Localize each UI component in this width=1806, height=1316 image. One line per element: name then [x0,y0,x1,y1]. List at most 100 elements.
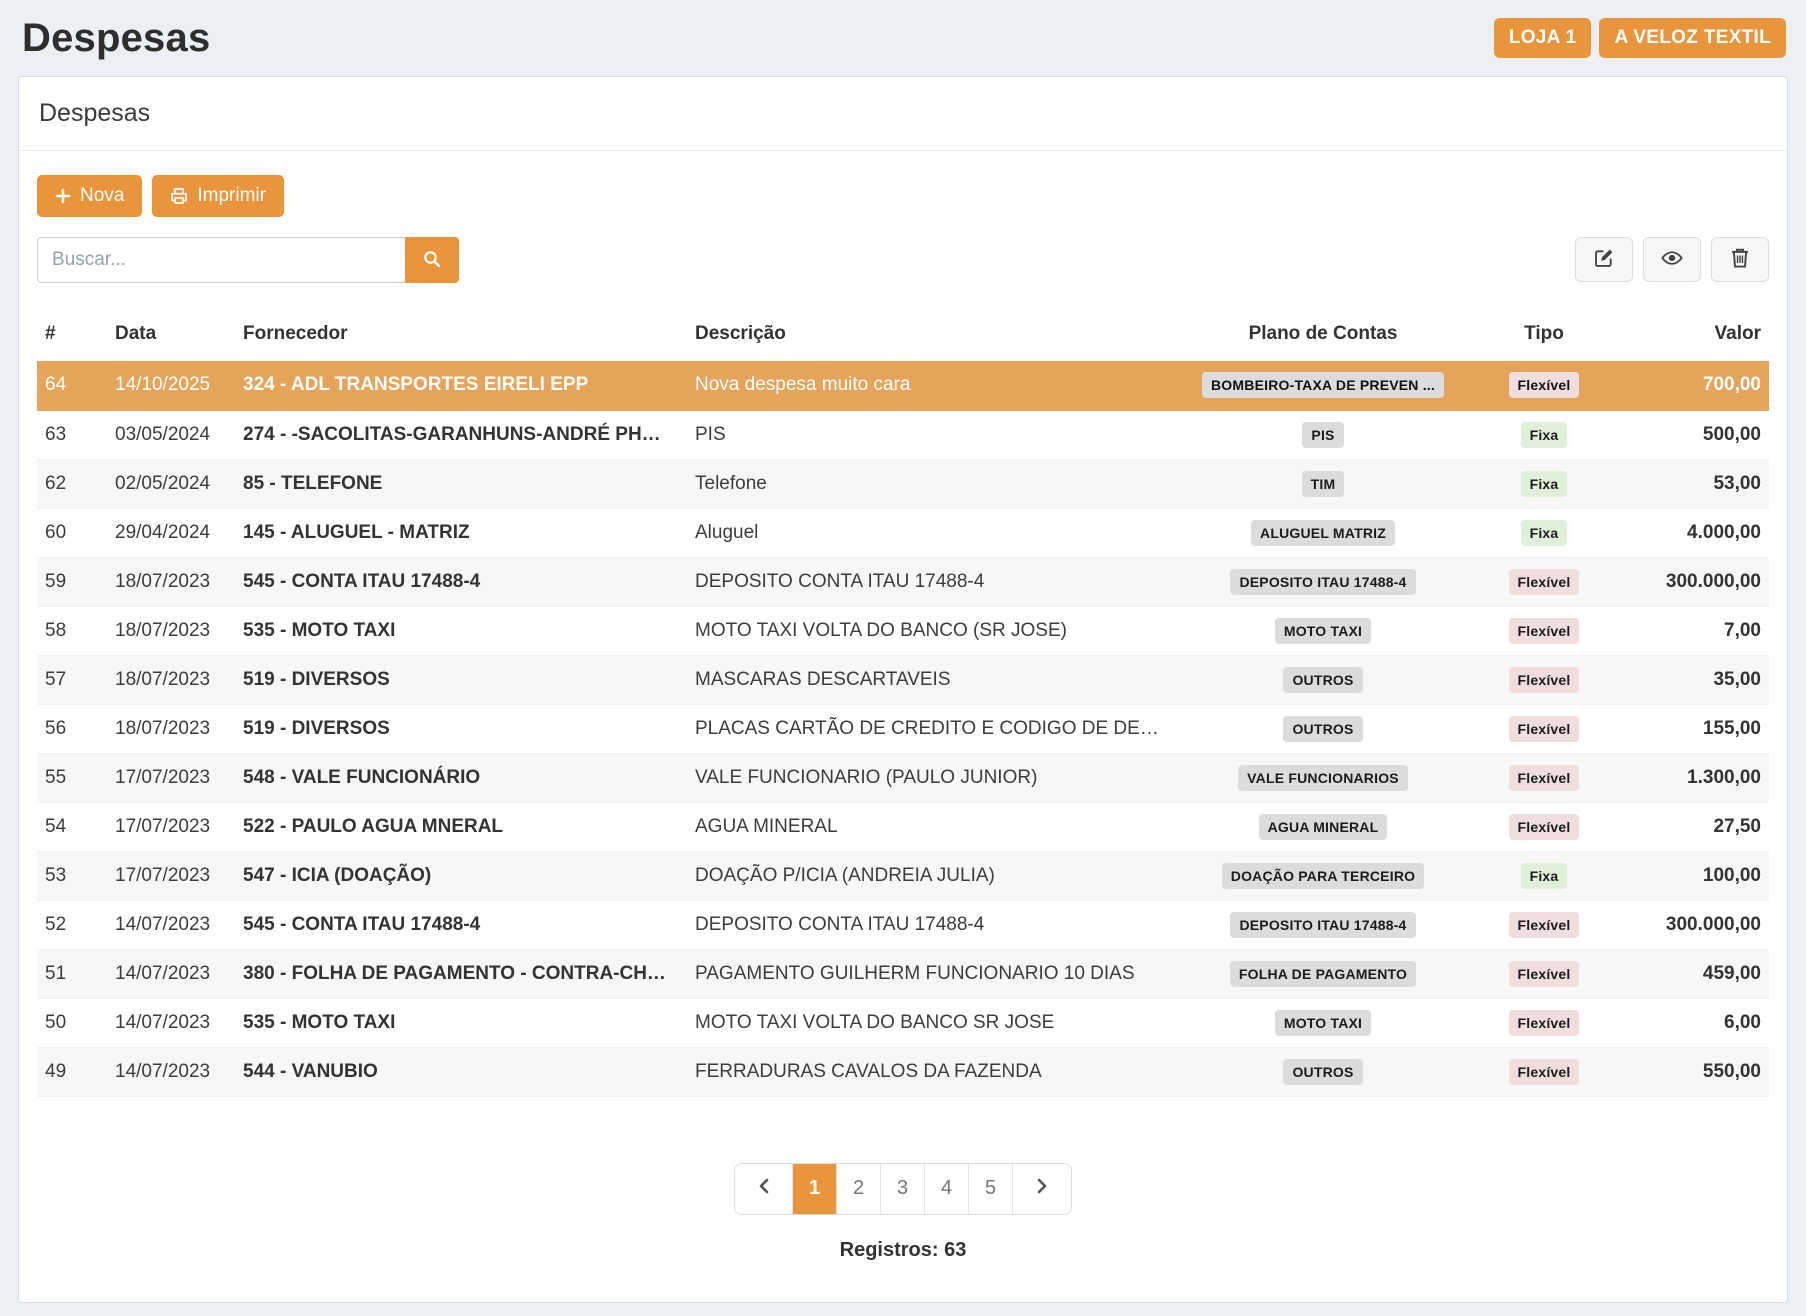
print-icon [170,187,188,205]
row-description: MOTO TAXI VOLTA DO BANCO SR JOSE [687,998,1177,1047]
plan-badge: BOMBEIRO-TAXA DE PREVEN ... [1202,372,1444,398]
table-row[interactable]: 58 18/07/2023 535 - MOTO TAXI MOTO TAXI … [37,606,1769,655]
search-icon [422,249,442,272]
store-button[interactable]: LOJA 1 [1494,18,1592,58]
plan-badge: VALE FUNCIONARIOS [1238,765,1408,791]
type-badge: Flexível [1509,618,1580,644]
table-row[interactable]: 51 14/07/2023 380 - FOLHA DE PAGAMENTO -… [37,949,1769,998]
table-row[interactable]: 50 14/07/2023 535 - MOTO TAXI MOTO TAXI … [37,998,1769,1047]
row-supplier: 380 - FOLHA DE PAGAMENTO - CONTRA-CH… [235,949,687,998]
expenses-card: Despesas Nova Imprimir [18,76,1788,1303]
row-date: 14/10/2025 [107,361,235,410]
row-id: 60 [37,508,107,557]
trash-icon [1730,247,1750,272]
table-row[interactable]: 62 02/05/2024 85 - TELEFONE Telefone TIM… [37,459,1769,508]
row-description: Aluguel [687,508,1177,557]
table-row[interactable]: 64 14/10/2025 324 - ADL TRANSPORTES EIRE… [37,361,1769,410]
row-date: 17/07/2023 [107,851,235,900]
chevron-left-icon [757,1177,771,1201]
topbar-buttons: LOJA 1 A VELOZ TEXTIL [1494,18,1786,58]
toolbar: Nova Imprimir [37,175,1769,217]
type-badge: Fixa [1521,520,1568,546]
pagination-next[interactable] [1013,1164,1071,1214]
row-id: 64 [37,361,107,410]
table-row[interactable]: 56 18/07/2023 519 - DIVERSOS PLACAS CART… [37,704,1769,753]
print-button[interactable]: Imprimir [152,175,284,217]
row-supplier: 548 - VALE FUNCIONÁRIO [235,753,687,802]
table-row[interactable]: 54 17/07/2023 522 - PAULO AGUA MNERAL AG… [37,802,1769,851]
row-supplier: 535 - MOTO TAXI [235,606,687,655]
pagination-page-3[interactable]: 3 [881,1164,925,1214]
search-button[interactable] [405,237,459,283]
pagination-prev[interactable] [735,1164,793,1214]
row-description: PIS [687,410,1177,459]
row-value: 459,00 [1619,949,1769,998]
col-value: Valor [1619,313,1769,361]
delete-button[interactable] [1711,237,1769,282]
row-id: 59 [37,557,107,606]
row-id: 51 [37,949,107,998]
chevron-right-icon [1035,1177,1049,1201]
plan-badge: TIM [1302,471,1345,497]
row-date: 03/05/2024 [107,410,235,459]
row-value: 7,00 [1619,606,1769,655]
pagination-page-4[interactable]: 4 [925,1164,969,1214]
table-row[interactable]: 53 17/07/2023 547 - ICIA (DOAÇÃO) DOAÇÃO… [37,851,1769,900]
new-expense-label: Nova [80,185,124,207]
row-description: Nova despesa muito cara [687,361,1177,410]
pagination-page-2[interactable]: 2 [837,1164,881,1214]
row-date: 02/05/2024 [107,459,235,508]
table-row[interactable]: 49 14/07/2023 544 - VANUBIO FERRADURAS C… [37,1047,1769,1096]
row-supplier: 535 - MOTO TAXI [235,998,687,1047]
company-button[interactable]: A VELOZ TEXTIL [1599,18,1786,58]
type-badge: Flexível [1509,765,1580,791]
plan-badge: FOLHA DE PAGAMENTO [1230,961,1416,987]
row-supplier: 519 - DIVERSOS [235,704,687,753]
eye-icon [1660,246,1684,273]
type-badge: Flexível [1509,814,1580,840]
row-description: MASCARAS DESCARTAVEIS [687,655,1177,704]
row-supplier: 85 - TELEFONE [235,459,687,508]
row-supplier: 145 - ALUGUEL - MATRIZ [235,508,687,557]
pagination-page-1[interactable]: 1 [793,1164,837,1214]
row-description: VALE FUNCIONARIO (PAULO JUNIOR) [687,753,1177,802]
type-badge: Flexível [1509,912,1580,938]
col-plan: Plano de Contas [1177,313,1469,361]
plan-badge: MOTO TAXI [1275,1010,1371,1036]
table-row[interactable]: 52 14/07/2023 545 - CONTA ITAU 17488-4 D… [37,900,1769,949]
new-expense-button[interactable]: Nova [37,175,142,217]
table-row[interactable]: 59 18/07/2023 545 - CONTA ITAU 17488-4 D… [37,557,1769,606]
view-button[interactable] [1643,237,1701,282]
type-badge: Flexível [1509,1059,1580,1085]
row-value: 1.300,00 [1619,753,1769,802]
table-row[interactable]: 57 18/07/2023 519 - DIVERSOS MASCARAS DE… [37,655,1769,704]
row-value: 300.000,00 [1619,557,1769,606]
row-date: 14/07/2023 [107,998,235,1047]
row-description: MOTO TAXI VOLTA DO BANCO (SR JOSE) [687,606,1177,655]
search-input[interactable] [37,237,405,283]
pagination-page-5[interactable]: 5 [969,1164,1013,1214]
row-date: 17/07/2023 [107,802,235,851]
plan-badge: DEPOSITO ITAU 17488-4 [1230,912,1415,938]
row-value: 155,00 [1619,704,1769,753]
table-row[interactable]: 63 03/05/2024 274 - -SACOLITAS-GARANHUNS… [37,410,1769,459]
row-value: 300.000,00 [1619,900,1769,949]
row-description: PLACAS CARTÃO DE CREDITO E CODIGO DE DEF… [687,704,1177,753]
table-row[interactable]: 55 17/07/2023 548 - VALE FUNCIONÁRIO VAL… [37,753,1769,802]
print-label: Imprimir [197,185,266,207]
search-group [37,237,459,283]
table-row[interactable]: 60 29/04/2024 145 - ALUGUEL - MATRIZ Alu… [37,508,1769,557]
plan-badge: OUTROS [1283,667,1362,693]
row-description: AGUA MINERAL [687,802,1177,851]
row-id: 55 [37,753,107,802]
row-date: 14/07/2023 [107,949,235,998]
row-value: 27,50 [1619,802,1769,851]
pagination-area: 12345 Registros: 63 [37,1163,1769,1262]
type-badge: Fixa [1521,422,1568,448]
row-date: 18/07/2023 [107,655,235,704]
card-body: Nova Imprimir [19,175,1787,1302]
edit-button[interactable] [1575,237,1633,282]
row-id: 54 [37,802,107,851]
row-id: 56 [37,704,107,753]
page-title: Despesas [22,16,210,61]
